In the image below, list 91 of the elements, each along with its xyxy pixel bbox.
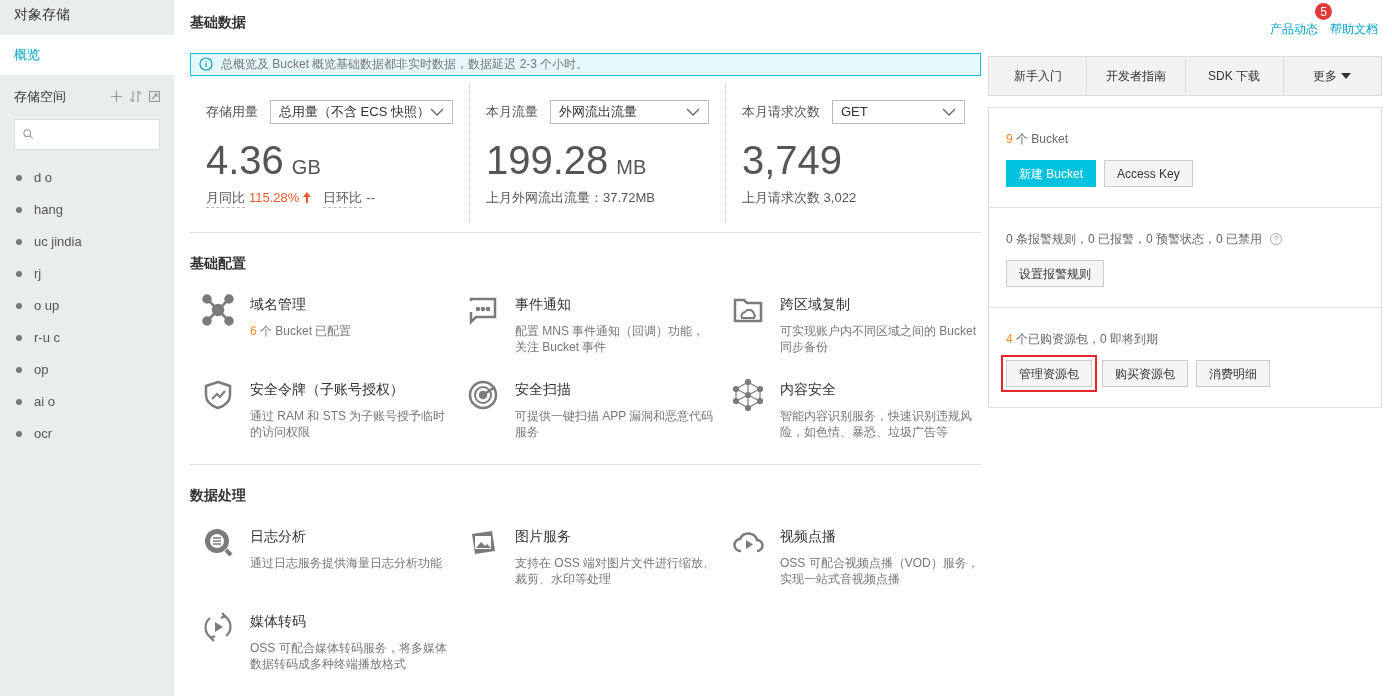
section-title: 基础配置: [190, 254, 247, 273]
feature-title[interactable]: 图片服务: [515, 526, 716, 547]
bucket-item[interactable]: rj: [34, 263, 42, 284]
chevron-down-icon: [942, 107, 956, 116]
feature-description: 配置 MNS 事件通知（回调）功能，关注 Bucket 事件: [515, 323, 706, 355]
panel-summary: 9 个 Bucket: [1006, 131, 1069, 148]
convert-icon: [202, 611, 234, 643]
bullet-icon: [16, 398, 22, 405]
bullet-icon: [16, 366, 22, 373]
quick-link-tab[interactable]: 开发者指南: [1086, 57, 1185, 95]
chevron-down-icon: [686, 107, 700, 116]
metric-select[interactable]: 总用量（不含 ECS 快照）: [270, 99, 453, 124]
bucket-item[interactable]: ai o: [34, 391, 55, 412]
compare-label: 日环比: [323, 187, 363, 208]
bucket-item[interactable]: op: [34, 359, 49, 380]
sidebar-title: 对象存储: [13, 4, 71, 24]
feature-description: 通过日志服务提供海量日志分析功能: [250, 555, 442, 571]
bucket-item[interactable]: hang: [34, 199, 63, 220]
bucket-item[interactable]: d o: [34, 167, 53, 188]
network-icon: [732, 379, 764, 411]
feature-description: OSS 可配合视频点播（VOD）服务，实现一站式音视频点播: [780, 555, 980, 587]
feature-description: 通过 RAM 和 STS 为子账号授予临时的访问权限: [250, 408, 447, 440]
bullet-icon: [16, 430, 22, 437]
bucket-item[interactable]: ocr: [34, 423, 53, 444]
feature-description: 可实现账户内不同区域之间的 Bucket 同步备份: [780, 323, 978, 355]
feature-description: 智能内容识别服务，快速识别违规风险，如色情、暴恐、垃圾广告等: [780, 408, 973, 440]
compare-value: 115.28%: [249, 189, 300, 207]
section-title: 数据处理: [190, 486, 247, 505]
panel-summary: 4 个已购资源包，0 即将到期: [1006, 331, 1159, 348]
feature-title[interactable]: 视频点播: [780, 526, 981, 547]
action-button[interactable]: 消费明细: [1196, 360, 1270, 387]
chevron-down-icon: [429, 107, 444, 116]
notice-text: 总概览及 Bucket 概览基础数据都非实时数据，数据延迟 2-3 个小时。: [221, 56, 589, 74]
action-button[interactable]: 管理资源包: [1006, 360, 1092, 387]
metric-note: 上月请求次数 3,022: [742, 188, 857, 207]
help-icon[interactable]: [1270, 233, 1283, 245]
compare-label: 月同比: [206, 187, 245, 208]
metric-value: 4.36: [206, 136, 284, 184]
feature-description: OSS 可配合媒体转码服务，将多媒体数据转码成多种终端播放格式: [250, 640, 448, 672]
feature-title[interactable]: 安全令牌（子账号授权）: [250, 379, 451, 400]
metric-label: 存储用量: [206, 102, 258, 121]
feature-title[interactable]: 跨区域复制: [780, 294, 981, 315]
metric-unit: MB: [616, 154, 647, 180]
panel-summary: 0 条报警规则，0 已报警，0 预警状态，0 已禁用: [1006, 231, 1263, 248]
feature-description: 可提供一键扫描 APP 漏洞和恶意代码服务: [515, 408, 715, 440]
metric-label: 本月流量: [485, 102, 538, 121]
feature-title[interactable]: 日志分析: [250, 526, 442, 547]
section-label: 存储空间: [14, 88, 66, 106]
compare-value: --: [366, 189, 376, 207]
add-icon[interactable]: [111, 91, 122, 103]
quick-link-tab[interactable]: 更多: [1282, 57, 1381, 95]
metric-select[interactable]: 外网流出流量: [549, 99, 709, 124]
metric-label: 本月请求次数: [742, 102, 820, 121]
notification-badge: 5: [1315, 3, 1332, 20]
bullet-icon: [16, 238, 22, 245]
search-icon: [23, 128, 34, 140]
bucket-item[interactable]: o up: [34, 295, 60, 316]
metric-unit: GB: [291, 154, 321, 180]
feature-description: 支持在 OSS 端对图片文件进行缩放、裁剪、水印等处理: [515, 555, 716, 587]
log-icon: [202, 526, 234, 558]
page-title: 基础数据: [190, 13, 247, 32]
bucket-item[interactable]: r-u c: [34, 327, 60, 348]
shield-icon: [202, 379, 234, 411]
bullet-icon: [16, 270, 22, 277]
sort-icon[interactable]: [130, 91, 141, 103]
metric-select[interactable]: GET: [832, 99, 965, 124]
expand-icon[interactable]: [149, 91, 160, 103]
action-button[interactable]: 购买资源包: [1102, 360, 1188, 387]
action-button[interactable]: Access Key: [1104, 160, 1193, 187]
bullet-icon: [16, 302, 22, 309]
metric-value: 199.28: [485, 136, 609, 184]
quick-link-tab[interactable]: 新手入门: [989, 57, 1087, 95]
feature-title[interactable]: 内容安全: [780, 379, 981, 400]
action-button[interactable]: 设置报警规则: [1006, 260, 1104, 287]
search-field[interactable]: [14, 118, 160, 150]
radar-icon: [467, 379, 499, 411]
feature-title[interactable]: 事件通知: [515, 294, 716, 315]
quick-link-tab[interactable]: SDK 下载: [1184, 57, 1283, 95]
feature-title[interactable]: 安全扫描: [515, 379, 716, 400]
info-icon: [199, 57, 213, 72]
caret-down-icon: [1341, 73, 1352, 79]
bullet-icon: [16, 174, 22, 181]
feature-title[interactable]: 域名管理: [250, 294, 352, 315]
nodes-icon: [202, 294, 234, 326]
feature-title[interactable]: 媒体转码: [250, 611, 451, 632]
bucket-item[interactable]: uc jindia: [34, 231, 82, 252]
bullet-icon: [16, 334, 22, 341]
metric-note: 上月外网流出流量：37.72MB: [485, 188, 655, 207]
feature-description: 6 个 Bucket 已配置: [250, 323, 352, 339]
bullet-icon: [16, 206, 22, 213]
metric-value: 3,749: [742, 136, 843, 184]
